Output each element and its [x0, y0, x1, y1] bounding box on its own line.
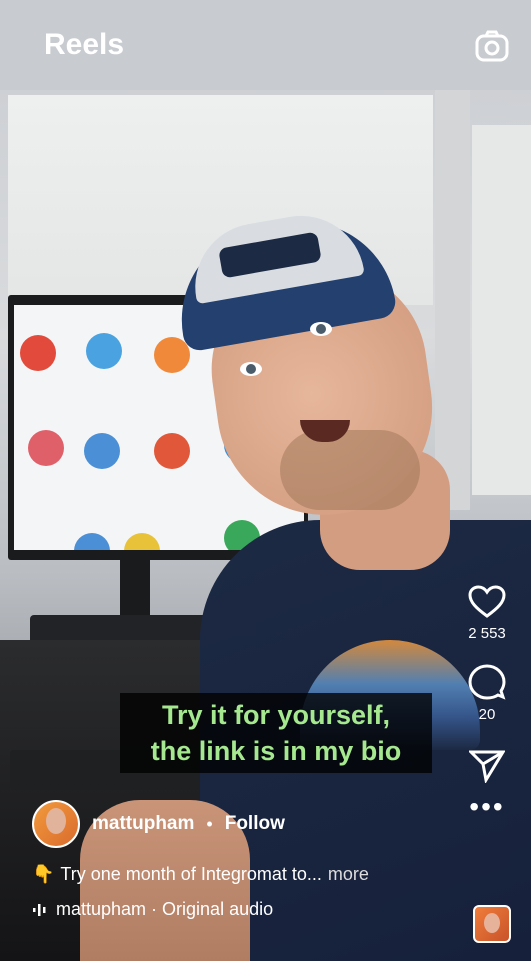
person-beard: [280, 430, 420, 510]
avatar[interactable]: [32, 800, 80, 848]
window-frame: [435, 90, 470, 510]
reels-screen: Reels Try it for yourself, the link is i…: [0, 0, 531, 961]
comment-button[interactable]: 20: [457, 664, 517, 723]
audio-row[interactable]: mattupham · Original audio: [32, 899, 462, 920]
twitter-node-icon: [86, 333, 122, 369]
header: Reels: [0, 0, 531, 90]
post-description[interactable]: 👇 Try one month of Integromat to... more: [32, 864, 462, 885]
gmail-node-icon: [20, 335, 56, 371]
share-button[interactable]: [457, 749, 517, 783]
node-icon: [74, 533, 110, 550]
like-count: 2 553: [468, 625, 506, 642]
comment-count: 20: [478, 706, 496, 723]
like-button[interactable]: 2 553: [457, 585, 517, 642]
comment-icon: [468, 664, 506, 700]
caption-line-2: the link is in my bio: [150, 736, 402, 766]
heart-icon: [468, 585, 506, 618]
send-icon: [469, 750, 505, 783]
camera-icon[interactable]: [474, 28, 510, 64]
node-icon: [124, 533, 160, 550]
username[interactable]: mattupham: [92, 813, 194, 835]
node-icon: [84, 433, 120, 469]
description-text: Try one month of Integromat to...: [60, 864, 322, 884]
video-caption: Try it for yourself, the link is in my b…: [120, 693, 432, 773]
person-eye: [310, 322, 332, 336]
node-icon: [28, 430, 64, 466]
audio-bars-icon: [33, 903, 46, 916]
caption-line-1: Try it for yourself,: [161, 700, 391, 730]
follow-button[interactable]: Follow: [225, 813, 285, 835]
node-icon: [154, 337, 190, 373]
post-info: mattupham • Follow 👇 Try one month of In…: [32, 800, 462, 920]
person-eye: [240, 362, 262, 376]
separator: •: [206, 813, 213, 834]
cloud-node-icon: [154, 433, 190, 469]
user-row: mattupham • Follow: [32, 800, 462, 848]
window-blind-right: [472, 125, 531, 495]
audio-thumbnail[interactable]: [473, 905, 511, 943]
more-options-icon[interactable]: •••: [457, 793, 517, 821]
audio-text: mattupham · Original audio: [56, 899, 274, 919]
page-title: Reels: [44, 28, 125, 61]
side-actions: 2 553 20 •••: [457, 585, 517, 831]
monitor-stand: [120, 560, 150, 620]
pointing-down-icon: 👇: [32, 864, 55, 884]
more-link[interactable]: more: [328, 864, 369, 885]
